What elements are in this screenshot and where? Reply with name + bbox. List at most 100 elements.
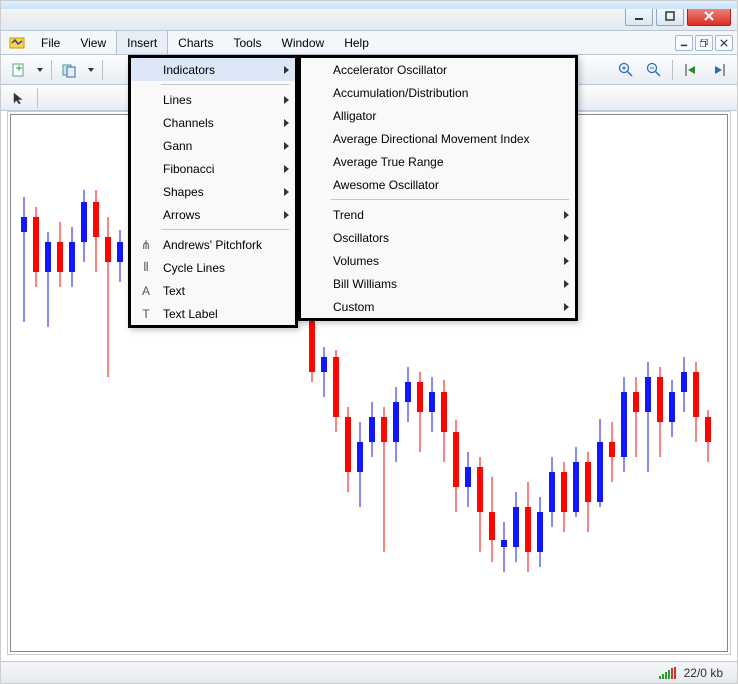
menu-item-accumulation-distribution[interactable]: Accumulation/Distribution [301,81,575,104]
menu-item-label: Gann [163,139,192,153]
chart-shift-button[interactable] [707,59,731,81]
connection-signal-icon [659,667,676,679]
menu-item-text[interactable]: A Text [131,279,295,302]
menu-item-lines[interactable]: Lines [131,88,295,111]
menu-item-label: Accelerator Oscillator [333,63,447,77]
menu-view-label: View [80,36,106,50]
mdi-close-button[interactable] [715,35,733,51]
menu-item-label: Cycle Lines [163,261,225,275]
chevron-right-icon [564,280,569,288]
menu-item-awesome-oscillator[interactable]: Awesome Oscillator [301,173,575,196]
profiles-dropdown[interactable] [86,68,96,72]
menu-file-label: File [41,36,60,50]
menu-item-label: Custom [333,300,374,314]
menu-item-volumes[interactable]: Volumes [301,249,575,272]
chevron-right-icon [564,234,569,242]
menu-help-label: Help [344,36,369,50]
chevron-right-icon [284,96,289,104]
menu-item-label: Fibonacci [163,162,214,176]
menu-item-label: Trend [333,208,364,222]
menu-bar: File View Insert Charts Tools Window Hel… [1,31,737,55]
chevron-right-icon [284,211,289,219]
menu-item-label: Alligator [333,109,376,123]
menu-item-fibonacci[interactable]: Fibonacci [131,157,295,180]
menu-item-trend[interactable]: Trend [301,203,575,226]
menu-item-label: Accumulation/Distribution [333,86,468,100]
menu-item-accelerator-oscillator[interactable]: Accelerator Oscillator [301,58,575,81]
autoscroll-button[interactable] [679,59,703,81]
menu-item-label: Arrows [163,208,200,222]
menu-separator [161,229,289,230]
chevron-right-icon [564,303,569,311]
menu-item-label: Shapes [163,185,204,199]
zoom-out-button[interactable] [642,59,666,81]
mdi-controls [673,31,737,54]
menu-view[interactable]: View [70,31,116,54]
menu-charts[interactable]: Charts [168,31,223,54]
close-button[interactable] [687,6,731,26]
menu-item-alligator[interactable]: Alligator [301,104,575,127]
text-icon: A [137,284,155,298]
minimize-button[interactable] [625,6,653,26]
menu-item-label: Oscillators [333,231,389,245]
menu-charts-label: Charts [178,36,213,50]
menu-insert-label: Insert [127,36,157,50]
menu-item-label: Text Label [163,307,218,321]
chevron-right-icon [284,142,289,150]
chevron-right-icon [564,211,569,219]
menu-help[interactable]: Help [334,31,379,54]
menu-item-shapes[interactable]: Shapes [131,180,295,203]
svg-text:+: + [15,62,22,75]
menu-item-channels[interactable]: Channels [131,111,295,134]
zoom-in-button[interactable] [614,59,638,81]
chevron-right-icon [284,66,289,74]
mdi-restore-button[interactable] [695,35,713,51]
menu-item-label: Volumes [333,254,379,268]
cycle-lines-icon: ⦀ [137,260,155,275]
new-chart-button[interactable]: + [7,59,31,81]
status-bar: 22/0 kb [1,661,737,683]
menu-item-gann[interactable]: Gann [131,134,295,157]
toolbar-separator [37,88,38,108]
menu-item-label: Channels [163,116,214,130]
mdi-minimize-button[interactable] [675,35,693,51]
menu-item-adx[interactable]: Average Directional Movement Index [301,127,575,150]
indicators-submenu-panel: Accelerator Oscillator Accumulation/Dist… [298,55,578,321]
menu-item-label: Text [163,284,185,298]
toolbar-separator [51,60,52,80]
application-window: File View Insert Charts Tools Window Hel… [0,0,738,684]
menu-insert[interactable]: Insert [116,31,168,54]
menu-item-label: Lines [163,93,192,107]
text-label-icon: T [137,307,155,321]
menu-item-andrews-pitchfork[interactable]: ⋔ Andrews' Pitchfork [131,233,295,256]
menu-item-label: Average Directional Movement Index [333,132,530,146]
maximize-button[interactable] [656,6,684,26]
menu-file[interactable]: File [31,31,70,54]
menu-item-indicators[interactable]: Indicators [131,58,295,81]
menu-item-oscillators[interactable]: Oscillators [301,226,575,249]
profiles-button[interactable] [58,59,82,81]
pitchfork-icon: ⋔ [137,238,155,252]
menu-tools[interactable]: Tools [224,31,272,54]
menu-item-label: Andrews' Pitchfork [163,238,262,252]
menu-item-atr[interactable]: Average True Range [301,150,575,173]
new-chart-dropdown[interactable] [35,68,45,72]
cursor-button[interactable] [7,87,31,109]
menu-item-custom[interactable]: Custom [301,295,575,318]
chevron-right-icon [284,188,289,196]
chevron-right-icon [284,119,289,127]
menu-item-cycle-lines[interactable]: ⦀ Cycle Lines [131,256,295,279]
toolbar-separator [102,60,103,80]
title-bar [1,1,737,31]
menu-item-bill-williams[interactable]: Bill Williams [301,272,575,295]
menu-item-arrows[interactable]: Arrows [131,203,295,226]
app-icon [7,31,27,54]
insert-menu-panel: Indicators Lines Channels Gann Fibonacci… [128,55,298,328]
menu-tools-label: Tools [234,36,262,50]
chevron-right-icon [564,257,569,265]
status-traffic: 22/0 kb [684,666,723,680]
menu-window[interactable]: Window [272,31,335,54]
menu-item-text-label[interactable]: T Text Label [131,302,295,325]
menu-item-label: Indicators [163,63,215,77]
menu-item-label: Average True Range [333,155,444,169]
